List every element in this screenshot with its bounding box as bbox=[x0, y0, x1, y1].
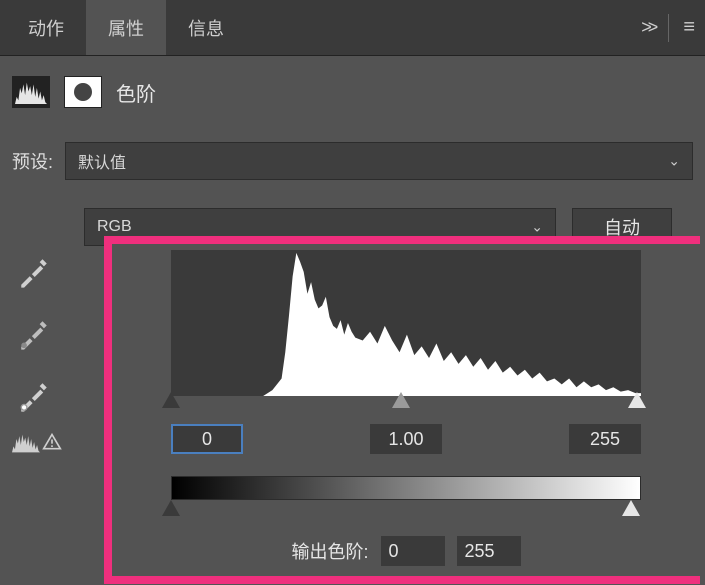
output-white-field[interactable]: 255 bbox=[457, 536, 521, 566]
input-gamma-slider[interactable] bbox=[392, 392, 410, 408]
channel-value: RGB bbox=[97, 218, 132, 236]
histogram-warning[interactable] bbox=[12, 430, 62, 454]
preset-select[interactable]: 默认值 ⌄ bbox=[65, 142, 693, 180]
output-white-slider[interactable] bbox=[622, 500, 640, 516]
input-white-slider[interactable] bbox=[628, 392, 646, 408]
output-gradient[interactable] bbox=[171, 476, 641, 500]
tab-actions[interactable]: 动作 bbox=[6, 0, 86, 55]
output-black-field[interactable]: 0 bbox=[381, 536, 445, 566]
levels-icon bbox=[12, 76, 50, 108]
panel-tabbar: 动作 属性 信息 >> ≡ bbox=[0, 0, 705, 56]
preset-value: 默认值 bbox=[78, 149, 126, 173]
collapse-icon[interactable]: >> bbox=[641, 17, 654, 38]
preset-label: 预设: bbox=[12, 148, 53, 174]
output-label: 输出色阶: bbox=[291, 538, 368, 564]
tab-info[interactable]: 信息 bbox=[166, 0, 246, 55]
divider bbox=[668, 14, 669, 42]
input-black-field[interactable]: 0 bbox=[171, 424, 243, 454]
input-gamma-field[interactable]: 1.00 bbox=[370, 424, 442, 454]
eyedropper-black[interactable] bbox=[12, 250, 56, 294]
input-histogram[interactable] bbox=[171, 250, 641, 396]
output-black-slider[interactable] bbox=[162, 500, 180, 516]
input-black-slider[interactable] bbox=[162, 392, 180, 408]
layer-mask-icon[interactable] bbox=[64, 76, 102, 108]
panel-menu-icon[interactable]: ≡ bbox=[683, 16, 695, 39]
panel-title: 色阶 bbox=[116, 78, 156, 107]
input-white-field[interactable]: 255 bbox=[569, 424, 641, 454]
chevron-down-icon: ⌄ bbox=[668, 153, 680, 170]
tab-properties[interactable]: 属性 bbox=[86, 0, 166, 55]
eyedropper-white[interactable] bbox=[12, 374, 56, 418]
chevron-down-icon: ⌄ bbox=[531, 219, 543, 236]
eyedropper-gray[interactable] bbox=[12, 312, 56, 356]
levels-panel: 0 1.00 255 输出色阶: 0 255 bbox=[104, 236, 700, 584]
